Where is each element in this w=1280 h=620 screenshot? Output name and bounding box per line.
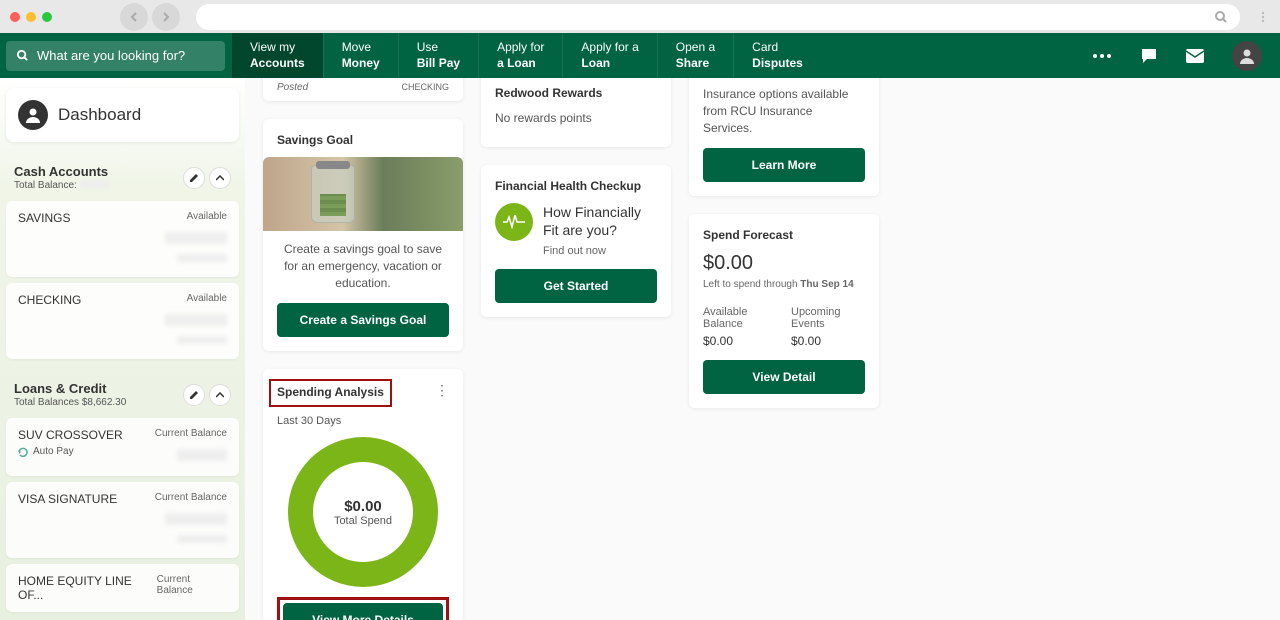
- spending-label: Total Spend: [334, 515, 392, 527]
- autopay-indicator: Auto Pay: [18, 446, 74, 457]
- posted-account: CHECKING: [401, 82, 449, 93]
- nav-bill-pay[interactable]: UseBill Pay: [398, 33, 478, 78]
- window-close-icon[interactable]: [10, 12, 20, 22]
- traffic-lights: [10, 12, 52, 22]
- dashboard-header[interactable]: Dashboard: [6, 88, 239, 142]
- collapse-button[interactable]: [209, 384, 231, 406]
- savings-goal-card: Savings Goal Create a savings goal to sa…: [263, 119, 463, 351]
- forecast-amount: $0.00: [703, 252, 865, 275]
- global-search[interactable]: What are you looking for?: [6, 41, 225, 71]
- spending-donut: $0.00 Total Spend: [277, 437, 449, 587]
- health-checkup-card: Financial Health Checkup How Financially…: [481, 165, 671, 317]
- user-icon: [18, 100, 48, 130]
- dashboard-title: Dashboard: [58, 105, 141, 125]
- spending-analysis-card: Spending Analysis ⋮ Last 30 Days $0.00 T…: [263, 369, 463, 620]
- search-icon: [1214, 10, 1228, 24]
- nav-open-share[interactable]: Open aShare: [657, 33, 733, 78]
- insurance-text: Insurance options available from RCU Ins…: [703, 86, 865, 136]
- rewards-title: Redwood Rewards: [495, 86, 657, 100]
- account-heloc[interactable]: HOME EQUITY LINE OF...Current Balance: [6, 564, 239, 612]
- health-title: Financial Health Checkup: [495, 179, 657, 193]
- rewards-card: Redwood Rewards No rewards points: [481, 78, 671, 147]
- view-detail-button[interactable]: View Detail: [703, 360, 865, 394]
- nav-apply-loan-2[interactable]: Apply for aLoan: [562, 33, 656, 78]
- learn-more-button[interactable]: Learn More: [703, 148, 865, 182]
- loans-title: Loans & Credit: [14, 381, 179, 396]
- spend-forecast-card: Spend Forecast $0.00 Left to spend throu…: [689, 214, 879, 408]
- forecast-subtitle: Left to spend through Thu Sep 14: [703, 279, 865, 290]
- heartbeat-icon: [495, 203, 533, 241]
- menu-dots-icon[interactable]: ⋮: [435, 383, 449, 397]
- loans-section-header: Loans & Credit Total Balances $8,662.30: [6, 377, 239, 412]
- avail-balance-label: Available Balance: [703, 306, 777, 330]
- browser-chrome: [0, 0, 1280, 33]
- top-nav: What are you looking for? View myAccount…: [0, 33, 1280, 78]
- savings-goal-title: Savings Goal: [277, 133, 449, 147]
- nav-right: [1092, 33, 1280, 78]
- savings-jar-image: [263, 157, 463, 231]
- search-icon: [16, 49, 29, 62]
- account-checking[interactable]: CHECKINGAvailable: [6, 283, 239, 359]
- nav-apply-loan[interactable]: Apply fora Loan: [478, 33, 562, 78]
- nav-move-money[interactable]: MoveMoney: [323, 33, 398, 78]
- nav-arrows: [120, 3, 180, 31]
- nav-accounts[interactable]: View myAccounts: [231, 33, 323, 78]
- sidebar: Dashboard Cash Accounts Total Balance: S…: [0, 78, 245, 620]
- health-question: How Financially Fit are you?: [543, 203, 657, 239]
- cash-title: Cash Accounts: [14, 164, 179, 179]
- loans-subtitle: Total Balances $8,662.30: [14, 397, 179, 408]
- forecast-title: Spend Forecast: [703, 228, 865, 242]
- back-button[interactable]: [120, 3, 148, 31]
- health-subtitle: Find out now: [543, 245, 657, 257]
- spending-amount: $0.00: [344, 498, 382, 515]
- account-suv[interactable]: SUV CROSSOVERCurrent Balance Auto Pay: [6, 418, 239, 476]
- savings-goal-text: Create a savings goal to save for an eme…: [277, 241, 449, 291]
- edit-button[interactable]: [183, 384, 205, 406]
- chat-icon[interactable]: [1140, 47, 1158, 65]
- cash-section-header: Cash Accounts Total Balance:: [6, 160, 239, 195]
- upcoming-events-label: Upcoming Events: [791, 306, 865, 330]
- upcoming-events-value: $0.00: [791, 334, 865, 348]
- url-bar[interactable]: [196, 4, 1240, 30]
- posted-label: Posted: [277, 82, 308, 93]
- search-placeholder: What are you looking for?: [37, 48, 185, 63]
- account-visa[interactable]: VISA SIGNATURECurrent Balance: [6, 482, 239, 558]
- get-started-button[interactable]: Get Started: [495, 269, 657, 303]
- spending-title-highlight: Spending Analysis: [269, 379, 392, 407]
- refresh-icon: [18, 447, 28, 457]
- window-max-icon[interactable]: [42, 12, 52, 22]
- view-more-details-button[interactable]: View More Details: [283, 603, 443, 620]
- create-savings-goal-button[interactable]: Create a Savings Goal: [277, 303, 449, 337]
- avail-balance-value: $0.00: [703, 334, 777, 348]
- more-icon[interactable]: [1092, 53, 1112, 59]
- account-savings[interactable]: SAVINGSAvailable: [6, 201, 239, 277]
- nav-items: View myAccounts MoveMoney UseBill Pay Ap…: [231, 33, 821, 78]
- nav-card-disputes[interactable]: CardDisputes: [733, 33, 821, 78]
- profile-avatar[interactable]: [1232, 41, 1262, 71]
- spending-title: Spending Analysis: [277, 385, 384, 399]
- collapse-button[interactable]: [209, 167, 231, 189]
- window-min-icon[interactable]: [26, 12, 36, 22]
- rewards-text: No rewards points: [495, 110, 657, 127]
- view-details-highlight: View More Details: [277, 597, 449, 620]
- insurance-card: Insurance options available from RCU Ins…: [689, 78, 879, 196]
- edit-button[interactable]: [183, 167, 205, 189]
- content-area: Posted CHECKING Savings Goal Create a sa…: [245, 78, 1280, 620]
- spending-period: Last 30 Days: [277, 415, 449, 427]
- cash-subtitle: Total Balance:: [14, 180, 179, 191]
- transaction-stub: Posted CHECKING: [263, 78, 463, 101]
- forward-button[interactable]: [152, 3, 180, 31]
- mail-icon[interactable]: [1186, 49, 1204, 63]
- chrome-menu-icon[interactable]: [1256, 10, 1270, 24]
